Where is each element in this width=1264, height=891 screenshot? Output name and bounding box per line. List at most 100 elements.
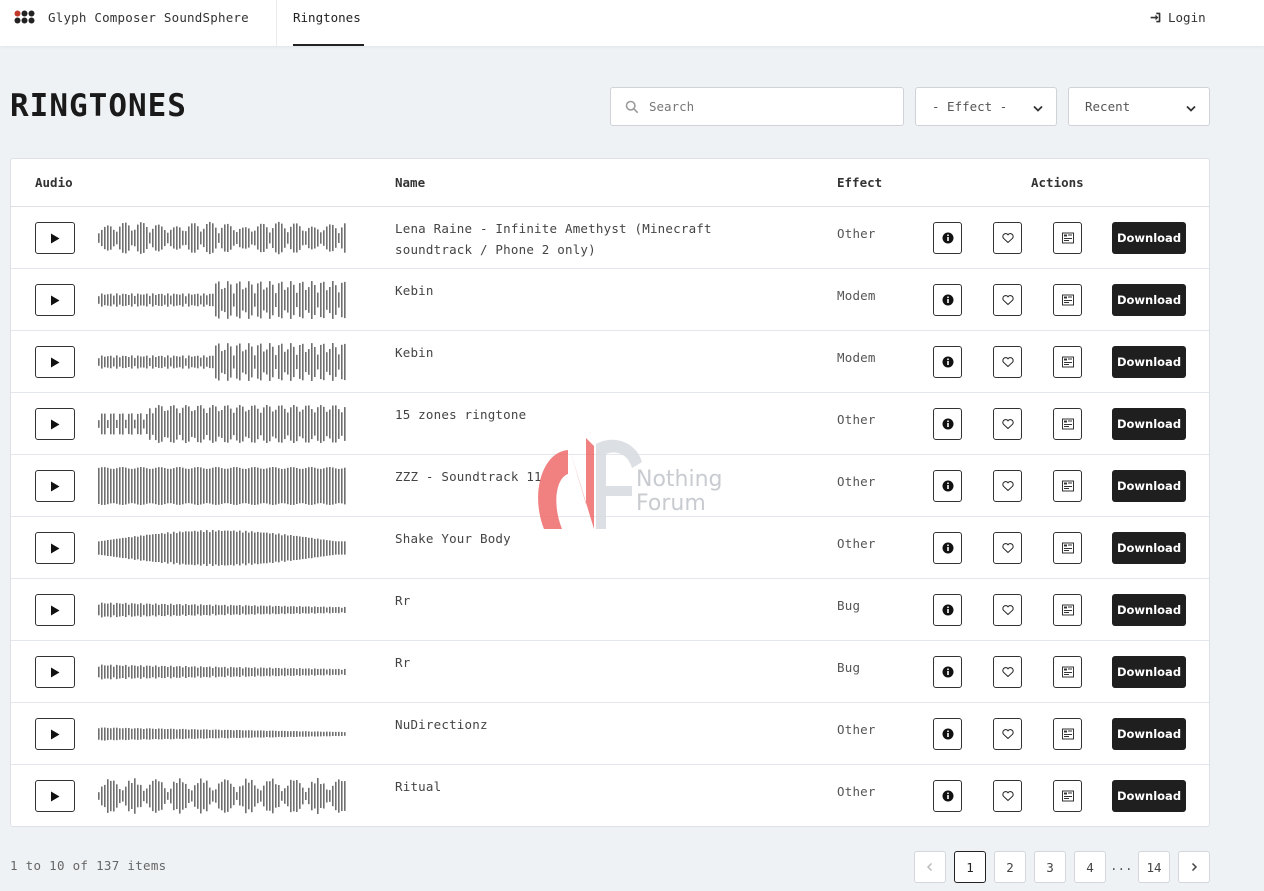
favorite-button[interactable] [993, 408, 1022, 440]
favorite-button[interactable] [993, 718, 1022, 750]
play-button[interactable] [35, 408, 75, 440]
favorite-button[interactable] [993, 346, 1022, 378]
info-icon [942, 294, 953, 306]
effect-filter-select[interactable]: - Effect - [915, 87, 1057, 126]
waveform[interactable] [98, 218, 348, 258]
info-button[interactable] [933, 346, 962, 378]
qr-code-button[interactable] [1053, 408, 1082, 440]
info-button[interactable] [933, 532, 962, 564]
play-icon [51, 295, 60, 305]
favorite-button[interactable] [993, 532, 1022, 564]
ringtone-effect: Bug [837, 598, 861, 613]
qr-code-button[interactable] [1053, 284, 1082, 316]
favorite-button[interactable] [993, 284, 1022, 316]
heart-icon [1001, 667, 1014, 678]
favorite-button[interactable] [993, 222, 1022, 254]
sort-select[interactable]: Recent [1068, 87, 1210, 126]
info-icon [942, 356, 953, 368]
waveform[interactable] [98, 590, 348, 630]
download-button[interactable]: Download [1112, 594, 1186, 626]
page-button-last[interactable]: 14 [1138, 851, 1170, 883]
play-button[interactable] [35, 780, 75, 812]
play-icon [51, 729, 60, 739]
waveform[interactable] [98, 652, 348, 692]
page-button-4[interactable]: 4 [1074, 851, 1106, 883]
table-header: Audio Name Effect Actions [11, 159, 1209, 207]
page-button-2[interactable]: 2 [994, 851, 1026, 883]
brand-link[interactable]: Glyph Composer SoundSphere [14, 0, 249, 34]
tab-ringtones[interactable]: Ringtones [293, 0, 364, 46]
download-button[interactable]: Download [1112, 408, 1186, 440]
download-button[interactable]: Download [1112, 780, 1186, 812]
qr-code-button[interactable] [1053, 780, 1082, 812]
brand-name: Glyph Composer SoundSphere [48, 9, 249, 25]
play-icon [51, 357, 60, 367]
waveform[interactable] [98, 342, 348, 382]
qr-code-button[interactable] [1053, 346, 1082, 378]
ringtone-effect: Other [837, 784, 876, 799]
info-button[interactable] [933, 470, 962, 502]
download-button[interactable]: Download [1112, 346, 1186, 378]
ringtone-name: Rr [395, 655, 411, 670]
ringtone-name: Lena Raine - Infinite Amethyst (Minecraf… [395, 221, 712, 257]
favorite-button[interactable] [993, 656, 1022, 688]
download-button[interactable]: Download [1112, 470, 1186, 502]
download-button[interactable]: Download [1112, 532, 1186, 564]
favorite-button[interactable] [993, 470, 1022, 502]
next-page-button[interactable] [1178, 851, 1210, 883]
prev-page-button[interactable] [914, 851, 946, 883]
waveform[interactable] [98, 466, 348, 506]
info-button[interactable] [933, 656, 962, 688]
play-button[interactable] [35, 594, 75, 626]
download-button[interactable]: Download [1112, 222, 1186, 254]
play-button[interactable] [35, 222, 75, 254]
pagination-ellipsis: ... [1110, 858, 1133, 873]
qr-code-button[interactable] [1053, 718, 1082, 750]
heart-icon [1001, 791, 1014, 802]
qr-code-button[interactable] [1053, 594, 1082, 626]
download-button[interactable]: Download [1112, 284, 1186, 316]
ringtone-effect: Other [837, 412, 876, 427]
qr-code-button[interactable] [1053, 532, 1082, 564]
qr-code-button[interactable] [1053, 470, 1082, 502]
play-button[interactable] [35, 470, 75, 502]
heart-icon [1001, 543, 1014, 554]
play-icon [51, 481, 60, 491]
download-button[interactable]: Download [1112, 656, 1186, 688]
play-button[interactable] [35, 718, 75, 750]
search-box [610, 87, 904, 126]
waveform[interactable] [98, 528, 348, 568]
waveform[interactable] [98, 714, 348, 754]
info-button[interactable] [933, 222, 962, 254]
waveform[interactable] [98, 776, 348, 816]
ringtone-effect: Other [837, 722, 876, 737]
ringtone-name: 15 zones ringtone [395, 407, 527, 422]
search-input[interactable] [649, 99, 903, 114]
waveform[interactable] [98, 280, 348, 320]
info-button[interactable] [933, 408, 962, 440]
play-button[interactable] [35, 532, 75, 564]
table-row: Ritual Other Download [11, 765, 1209, 827]
page-button-3[interactable]: 3 [1034, 851, 1066, 883]
download-button[interactable]: Download [1112, 718, 1186, 750]
info-button[interactable] [933, 284, 962, 316]
login-link[interactable]: Login [1149, 0, 1206, 34]
ringtone-effect: Bug [837, 660, 861, 675]
favorite-button[interactable] [993, 780, 1022, 812]
info-button[interactable] [933, 718, 962, 750]
waveform[interactable] [98, 404, 348, 444]
ringtone-effect: Modem [837, 288, 876, 303]
page-title: RINGTONES [10, 88, 187, 124]
favorite-button[interactable] [993, 594, 1022, 626]
page-button-1[interactable]: 1 [954, 851, 986, 883]
play-button[interactable] [35, 346, 75, 378]
heart-icon [1001, 357, 1014, 368]
info-button[interactable] [933, 594, 962, 626]
qr-code-button[interactable] [1053, 656, 1082, 688]
qr-code-icon [1061, 790, 1074, 802]
header-name: Name [395, 175, 426, 190]
play-button[interactable] [35, 656, 75, 688]
play-button[interactable] [35, 284, 75, 316]
qr-code-button[interactable] [1053, 222, 1082, 254]
info-button[interactable] [933, 780, 962, 812]
